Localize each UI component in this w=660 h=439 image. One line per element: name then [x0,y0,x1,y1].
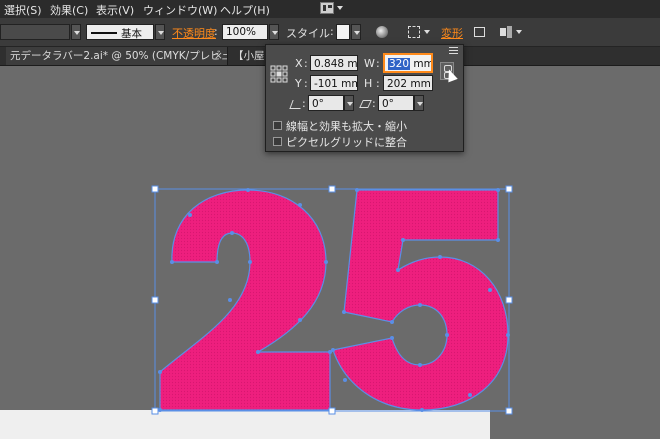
w-label: W [364,57,375,70]
y-colon: : [304,77,308,90]
rotate-dropdown[interactable] [344,95,354,111]
digit-2-shape[interactable] [159,189,331,411]
y-field[interactable]: -101 mm [310,75,358,91]
digit-5-shape[interactable] [332,189,509,411]
y-label: Y [295,77,302,90]
x-label: X [295,57,303,70]
scale-strokes-label: 線幅と効果も拡大・縮小 [286,120,407,133]
w-field[interactable]: 320 mm [383,53,433,73]
x-field[interactable]: 0.848 mm [310,55,358,71]
pixel-grid-label: ピクセルグリッドに整合 [286,136,407,149]
h-label: H [364,77,373,90]
reference-point-icon[interactable] [270,65,288,83]
w-value-selected: 320 [388,58,411,70]
rotate-field[interactable]: 0° [308,95,344,111]
rotate-colon: : [302,97,306,110]
h-field[interactable]: 202 mm [383,75,433,91]
w-colon: : [376,57,380,70]
scale-strokes-checkbox[interactable] [273,121,282,130]
shear-dropdown[interactable] [414,95,424,111]
x-colon: : [304,57,308,70]
h-colon: : [376,77,380,90]
shear-colon: : [372,97,376,110]
mouse-cursor-icon [444,67,458,83]
shear-icon [359,100,372,108]
transform-panel: X : 0.848 mm W : 320 mm Y : -101 mm H : … [265,44,464,152]
w-unit: mm [413,58,433,70]
panel-menu-icon[interactable] [449,47,458,54]
pixel-grid-checkbox[interactable] [273,137,282,146]
shear-field[interactable]: 0° [378,95,414,111]
